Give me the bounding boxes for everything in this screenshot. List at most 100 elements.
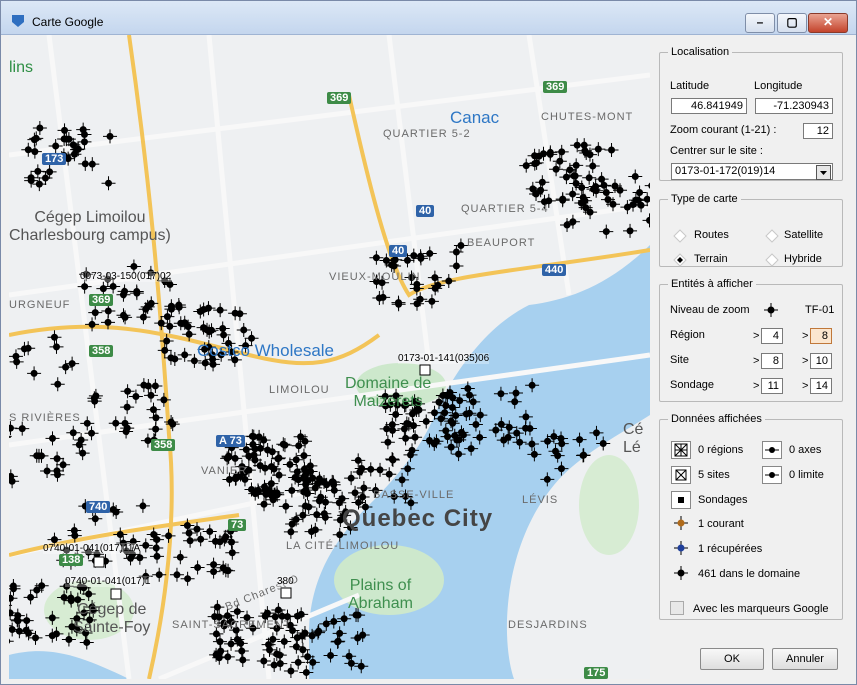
map-view[interactable]: Quebec City QUARTIER 5-2 CHUTES-MONT QUA… bbox=[9, 35, 650, 679]
sondage-marker[interactable] bbox=[173, 550, 188, 565]
sondage-marker[interactable] bbox=[642, 213, 650, 228]
sondage-marker[interactable] bbox=[120, 400, 135, 415]
sondage-marker[interactable] bbox=[604, 142, 619, 157]
sondage-marker[interactable] bbox=[88, 305, 103, 320]
sondage-marker[interactable] bbox=[47, 330, 62, 345]
sondage-max-input[interactable]: 14 bbox=[810, 378, 832, 394]
sondage-marker[interactable] bbox=[369, 250, 384, 265]
radio-satellite-label[interactable]: Satellite bbox=[784, 229, 823, 241]
sondage-marker[interactable] bbox=[9, 349, 23, 364]
sondage-marker[interactable] bbox=[150, 549, 165, 564]
sondage-marker[interactable] bbox=[80, 416, 95, 431]
sondage-marker[interactable] bbox=[317, 506, 332, 521]
sondage-marker[interactable] bbox=[398, 431, 413, 446]
center-site-select[interactable]: 0173-01-172(019)14 bbox=[671, 163, 833, 180]
sondage-marker[interactable] bbox=[193, 532, 208, 547]
site-min-input[interactable]: 8 bbox=[761, 353, 783, 369]
sondage-marker[interactable] bbox=[644, 179, 650, 193]
sondage-marker[interactable] bbox=[32, 121, 47, 136]
zoom-input[interactable]: 12 bbox=[803, 123, 833, 139]
sondage-marker[interactable] bbox=[167, 351, 182, 366]
sondage-marker[interactable] bbox=[24, 173, 39, 188]
sondage-marker[interactable] bbox=[152, 567, 167, 582]
sondage-marker[interactable] bbox=[277, 438, 292, 453]
sondage-marker[interactable] bbox=[31, 448, 46, 463]
radio-hybride[interactable] bbox=[765, 253, 779, 267]
region-max-input[interactable]: 8 bbox=[810, 328, 832, 344]
google-markers-checkbox[interactable] bbox=[670, 601, 684, 615]
sondage-marker[interactable] bbox=[373, 462, 388, 477]
sondage-marker[interactable] bbox=[623, 223, 638, 238]
site-box-marker[interactable] bbox=[419, 364, 431, 376]
sondage-marker[interactable] bbox=[177, 347, 192, 362]
radio-satellite[interactable] bbox=[765, 229, 779, 243]
latitude-input[interactable]: 46.841949 bbox=[671, 98, 747, 114]
sondage-marker[interactable] bbox=[215, 321, 230, 336]
sondage-marker[interactable] bbox=[202, 524, 217, 539]
site-box-marker[interactable] bbox=[93, 556, 105, 568]
regions-toggle-button[interactable] bbox=[671, 441, 691, 459]
sites-toggle-button[interactable] bbox=[671, 466, 691, 484]
radio-terrain-label[interactable]: Terrain bbox=[694, 253, 728, 265]
sondage-marker[interactable] bbox=[441, 274, 456, 289]
sondage-marker[interactable] bbox=[424, 294, 439, 309]
sondage-marker[interactable] bbox=[210, 600, 225, 615]
sondage-marker[interactable] bbox=[213, 303, 228, 318]
sondage-marker[interactable] bbox=[118, 310, 133, 325]
radio-terrain[interactable] bbox=[673, 253, 687, 267]
sondage-marker[interactable] bbox=[385, 453, 400, 468]
sondage-marker[interactable] bbox=[391, 297, 406, 312]
site-max-input[interactable]: 10 bbox=[810, 353, 832, 369]
sondage-marker[interactable] bbox=[277, 634, 292, 649]
sondage-marker[interactable] bbox=[298, 498, 313, 513]
sondage-marker[interactable] bbox=[585, 159, 600, 174]
sondage-marker[interactable] bbox=[291, 655, 306, 670]
sondage-marker[interactable] bbox=[628, 169, 643, 184]
sondage-marker[interactable] bbox=[169, 567, 184, 582]
sondage-marker[interactable] bbox=[278, 499, 293, 514]
sondage-marker[interactable] bbox=[88, 511, 103, 526]
sondage-marker[interactable] bbox=[75, 446, 90, 461]
sondage-marker[interactable] bbox=[146, 402, 161, 417]
close-button[interactable]: ✕ bbox=[808, 13, 848, 33]
sondage-marker[interactable] bbox=[363, 462, 378, 477]
sondage-marker[interactable] bbox=[408, 430, 423, 445]
sondage-marker[interactable] bbox=[206, 564, 221, 579]
sondage-marker[interactable] bbox=[235, 652, 250, 667]
chevron-down-icon[interactable] bbox=[816, 165, 831, 180]
longitude-input[interactable]: -71.230943 bbox=[755, 98, 833, 114]
sondage-marker[interactable] bbox=[136, 310, 151, 325]
site-box-marker[interactable] bbox=[110, 588, 122, 600]
sondage-marker[interactable] bbox=[50, 377, 65, 392]
sondage-marker[interactable] bbox=[376, 290, 391, 305]
sondage-marker[interactable] bbox=[129, 286, 144, 301]
sondage-marker[interactable] bbox=[149, 541, 164, 556]
cancel-button[interactable]: Annuler bbox=[772, 648, 838, 670]
sondage-marker[interactable] bbox=[27, 366, 42, 381]
sondage-marker[interactable] bbox=[554, 144, 569, 159]
sondage-marker[interactable] bbox=[582, 170, 597, 185]
sondage-marker[interactable] bbox=[9, 634, 14, 648]
sondage-marker[interactable] bbox=[535, 175, 550, 190]
sondage-marker[interactable] bbox=[519, 158, 534, 173]
sondage-marker[interactable] bbox=[555, 193, 570, 208]
sondage-marker[interactable] bbox=[225, 545, 240, 560]
sondage-marker[interactable] bbox=[591, 142, 606, 157]
sondage-marker[interactable] bbox=[138, 538, 153, 553]
sondage-marker[interactable] bbox=[579, 146, 594, 161]
radio-hybride-label[interactable]: Hybride bbox=[784, 253, 822, 265]
sondage-marker[interactable] bbox=[101, 176, 116, 191]
sondage-marker[interactable] bbox=[190, 560, 205, 575]
sondage-marker[interactable] bbox=[449, 259, 464, 273]
sondage-marker[interactable] bbox=[78, 156, 93, 171]
sondage-marker[interactable] bbox=[21, 341, 36, 356]
radio-routes-label[interactable]: Routes bbox=[694, 229, 729, 241]
sondage-marker[interactable] bbox=[162, 319, 177, 334]
sondage-marker[interactable] bbox=[45, 431, 60, 446]
sondage-min-input[interactable]: 11 bbox=[761, 378, 783, 394]
ok-button[interactable]: OK bbox=[700, 648, 764, 670]
sondage-marker[interactable] bbox=[161, 528, 176, 543]
sondage-marker[interactable] bbox=[180, 571, 195, 586]
sondage-marker[interactable] bbox=[283, 663, 298, 678]
sondage-marker[interactable] bbox=[586, 182, 601, 197]
